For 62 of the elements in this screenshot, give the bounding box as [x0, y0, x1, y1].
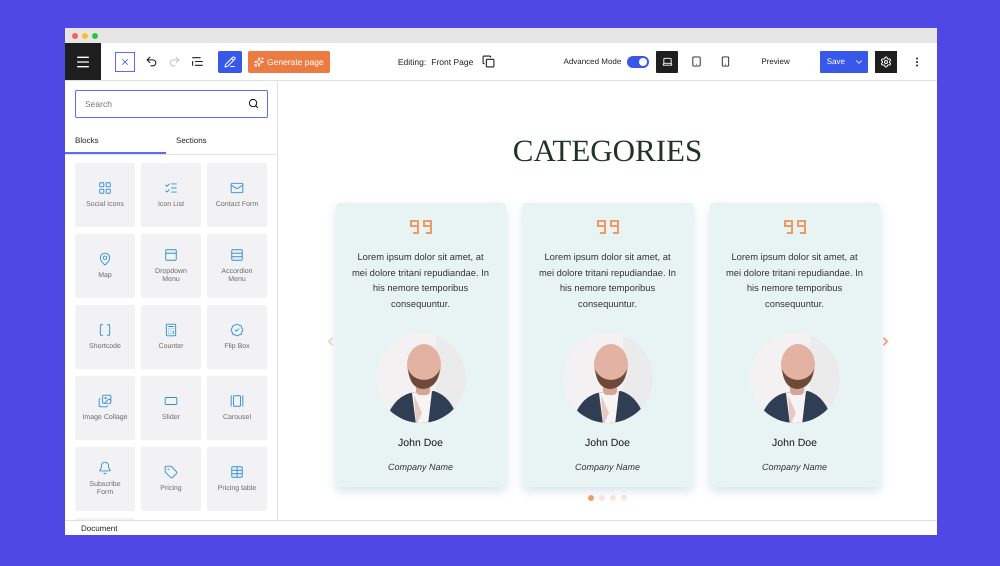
phone-icon — [720, 56, 731, 67]
document-breadcrumb[interactable]: Document — [81, 524, 118, 532]
advanced-mode-label: Advanced Mode — [563, 57, 622, 66]
company-name: Company Name — [762, 462, 828, 472]
list-icon — [191, 55, 204, 68]
desktop-view-button[interactable] — [656, 50, 678, 72]
grid-icon — [98, 180, 112, 195]
tag-icon — [164, 464, 178, 479]
company-name: Company Name — [574, 462, 640, 472]
company-name: Company Name — [388, 462, 454, 472]
person-name: John Doe — [585, 437, 630, 449]
map-pin-icon — [98, 252, 112, 266]
slider-dot[interactable] — [610, 495, 616, 501]
edit-button[interactable] — [218, 50, 242, 72]
close-icon — [120, 56, 130, 66]
slider-dot[interactable] — [621, 495, 627, 501]
list-view-button[interactable] — [191, 55, 204, 68]
testimonial-text: Lorem ipsum dolor sit amet, at mei dolore tritani repudiandae. In his nemore temporibus consequuntur. — [726, 250, 864, 311]
section-heading: CATEGORIES — [512, 133, 702, 169]
person-name: John Doe — [772, 437, 817, 449]
envelope-icon — [230, 180, 244, 195]
undo-button[interactable] — [145, 55, 158, 68]
settings-button[interactable] — [875, 50, 897, 72]
editing-label: Editing: — [398, 56, 426, 66]
testimonial-text: Lorem ipsum dolor sit amet, at mei dolore tritani repudiandae. In his nemore temporibus consequuntur. — [352, 250, 490, 311]
images-icon — [98, 394, 112, 408]
gallery-icon — [230, 394, 244, 408]
search-icon — [248, 98, 259, 109]
slider-dot[interactable] — [588, 495, 594, 501]
tablet-icon — [690, 56, 702, 67]
copy-icon[interactable] — [482, 55, 496, 68]
sidebar-tab[interactable]: Blocks — [65, 127, 166, 154]
quote-icon — [596, 219, 620, 235]
rows-icon — [230, 248, 244, 262]
panel-icon — [164, 248, 178, 262]
table-icon — [230, 464, 244, 479]
redo-icon — [168, 55, 181, 68]
bell-icon — [98, 460, 112, 475]
laptop-icon — [662, 56, 673, 67]
menu-icon — [75, 54, 91, 70]
preview-button[interactable]: Preview — [755, 56, 796, 67]
badge-icon — [230, 322, 244, 337]
checklist-icon — [164, 180, 178, 195]
quote-icon — [782, 219, 806, 235]
testimonial-text: Lorem ipsum dolor sit amet, at mei dolore tritani repudiandae. In his nemore temporibus consequuntur. — [538, 250, 676, 311]
brackets-icon — [98, 322, 112, 337]
advanced-mode-toggle[interactable] — [627, 56, 650, 68]
quote-icon — [408, 219, 432, 235]
menu-button[interactable] — [65, 43, 101, 80]
person-name: John Doe — [398, 437, 443, 449]
generate-page-button[interactable]: Generate page — [248, 50, 330, 72]
search-field[interactable]: Search — [75, 90, 268, 118]
pencil-icon — [224, 56, 236, 68]
undo-icon — [145, 55, 158, 68]
sparkles-icon — [254, 56, 264, 66]
page-name: Front Page — [431, 56, 474, 66]
calculator-icon — [164, 322, 178, 337]
save-button[interactable]: Save — [820, 50, 868, 72]
close-button[interactable] — [115, 52, 135, 72]
sidebar-tab[interactable]: Sections — [166, 127, 267, 154]
settings-icon — [880, 56, 892, 68]
slider-dot[interactable] — [599, 495, 605, 501]
